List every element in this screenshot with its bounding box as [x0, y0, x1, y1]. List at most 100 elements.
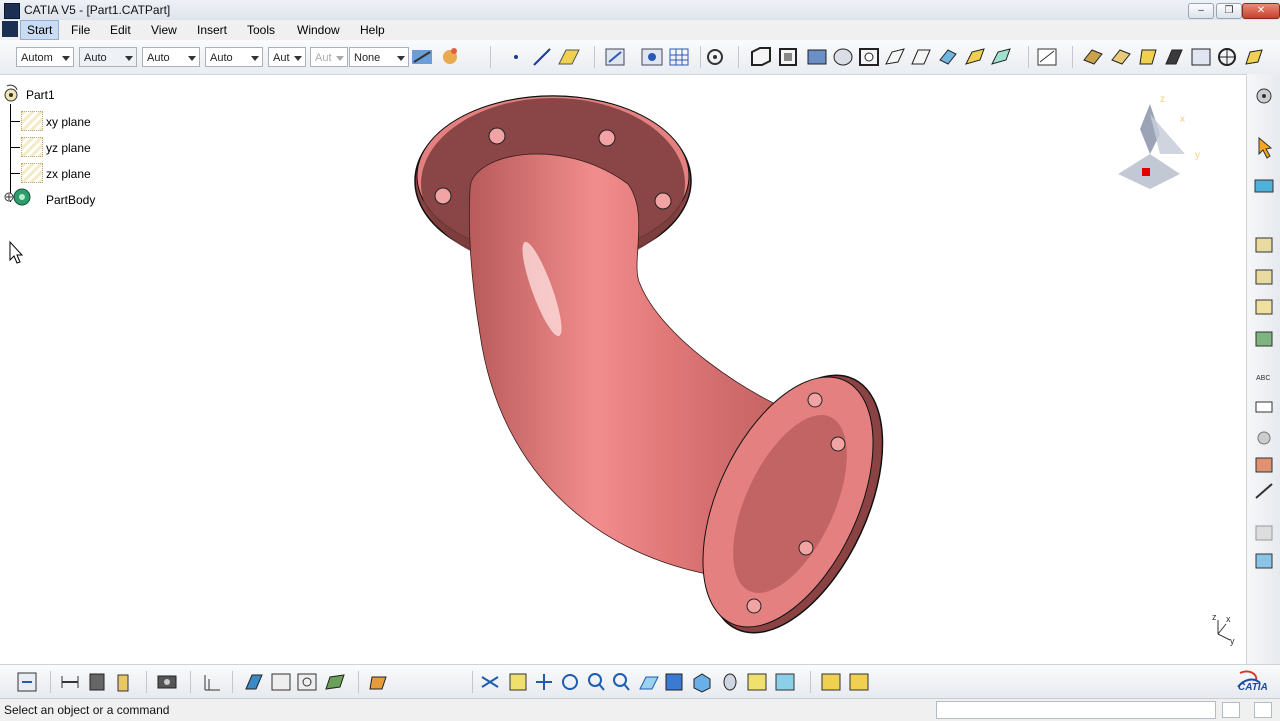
- normal-view-icon[interactable]: [639, 676, 659, 690]
- material-icon[interactable]: [117, 674, 129, 692]
- menu-insert[interactable]: Insert: [191, 20, 233, 40]
- apply-material-icon[interactable]: [1255, 457, 1273, 473]
- slot-icon[interactable]: [911, 49, 931, 65]
- surface-icon[interactable]: [325, 674, 345, 690]
- groove-icon[interactable]: [833, 48, 853, 66]
- compass-widget[interactable]: z x y: [1118, 94, 1200, 189]
- power-input-field[interactable]: [936, 701, 1216, 719]
- part-gear-icon[interactable]: [2, 84, 22, 104]
- menu-window[interactable]: Window: [291, 20, 346, 40]
- shading-icon[interactable]: [723, 673, 737, 691]
- zoom-out-icon[interactable]: [613, 673, 630, 691]
- measure-inertia-icon[interactable]: [89, 673, 105, 691]
- iso-view-icon[interactable]: [693, 673, 711, 693]
- catalog-browser-icon[interactable]: [821, 673, 841, 691]
- minimize-button[interactable]: –: [1188, 3, 1214, 19]
- point-icon[interactable]: [514, 55, 518, 59]
- sketcher-icon[interactable]: [1254, 179, 1274, 193]
- bolt-hole: [830, 436, 846, 452]
- line-icon[interactable]: [533, 48, 551, 66]
- tree-item-yz-plane[interactable]: yz plane: [46, 141, 91, 155]
- menu-tools[interactable]: Tools: [241, 20, 281, 40]
- update-icon[interactable]: [17, 672, 37, 692]
- rib-icon[interactable]: [885, 48, 905, 65]
- tree-item-partbody[interactable]: PartBody: [46, 193, 95, 207]
- menu-file[interactable]: File: [65, 20, 96, 40]
- tree-root-part1[interactable]: Part1: [26, 88, 55, 102]
- plane-icon: [21, 137, 43, 157]
- bolt-hole: [598, 129, 616, 147]
- thickness-icon[interactable]: [1191, 48, 1211, 66]
- removed-multi-section-icon[interactable]: [991, 48, 1011, 65]
- grid-icon[interactable]: [669, 48, 689, 66]
- chamfer-icon[interactable]: [1111, 49, 1131, 65]
- positioned-sketch-icon[interactable]: [641, 48, 663, 66]
- boolean-icon[interactable]: [1245, 49, 1263, 65]
- graphic-properties-icon[interactable]: [443, 48, 457, 64]
- annotation-icon[interactable]: [1037, 48, 1057, 66]
- tree-connector: [10, 147, 20, 148]
- pad-feature-icon[interactable]: [1255, 237, 1273, 253]
- hide-show-icon[interactable]: [747, 673, 767, 691]
- rotate-icon[interactable]: [562, 674, 578, 690]
- tree-item-xy-plane[interactable]: xy plane: [46, 115, 91, 129]
- text-annotation-icon[interactable]: ABC: [1256, 375, 1270, 382]
- menu-view[interactable]: View: [145, 20, 183, 40]
- tree-item-zx-plane[interactable]: zx plane: [46, 167, 91, 181]
- macros-icon[interactable]: [849, 673, 869, 691]
- thread-icon[interactable]: [1218, 48, 1236, 66]
- compass-z-label: z: [1160, 94, 1165, 105]
- gear-icon[interactable]: [1256, 88, 1272, 104]
- catia-app-icon[interactable]: [4, 3, 20, 19]
- draft-icon[interactable]: [1139, 49, 1157, 65]
- menu-start[interactable]: Start: [20, 20, 60, 40]
- pad-icon[interactable]: [751, 47, 771, 66]
- menu-help[interactable]: Help: [354, 20, 391, 40]
- pocket-icon[interactable]: [779, 48, 797, 66]
- flag-note-icon[interactable]: [1255, 401, 1273, 413]
- partbody-icon[interactable]: [3, 187, 33, 209]
- shaft-icon[interactable]: [807, 49, 827, 65]
- status-message: Select an object or a command: [4, 703, 170, 717]
- fillet-icon[interactable]: [1083, 49, 1103, 65]
- close-button[interactable]: ✕: [1242, 3, 1280, 19]
- title-bar: CATIA V5 - [Part1.CATPart] – ❐ ✕: [0, 0, 1280, 21]
- restore-button[interactable]: ❐: [1216, 3, 1242, 19]
- fit-all-icon[interactable]: [509, 673, 527, 691]
- hole-icon[interactable]: [859, 48, 879, 66]
- measure-icon[interactable]: [1257, 431, 1271, 445]
- analysis-icon[interactable]: [1255, 525, 1273, 541]
- catalog-icon[interactable]: [1255, 553, 1273, 569]
- painter-icon[interactable]: [412, 50, 432, 64]
- menu-edit[interactable]: Edit: [104, 20, 137, 40]
- knowledge-icon[interactable]: [369, 676, 387, 690]
- camera-icon[interactable]: [157, 675, 177, 689]
- points-network-icon[interactable]: [297, 673, 317, 691]
- axis-triad: z x y: [1212, 612, 1235, 646]
- pan-icon[interactable]: [536, 674, 552, 690]
- chamfer-feature-icon[interactable]: [1255, 299, 1273, 315]
- fly-mode-icon[interactable]: [481, 676, 499, 688]
- select-arrow-icon[interactable]: [1258, 136, 1273, 159]
- stop-command-icon[interactable]: [1254, 702, 1272, 718]
- plane-icon[interactable]: [558, 49, 580, 65]
- sketch-analysis-icon[interactable]: [271, 673, 291, 691]
- axis-system-icon[interactable]: [204, 675, 220, 691]
- mirror-icon[interactable]: [1255, 331, 1273, 347]
- edge-fillet-icon[interactable]: [1255, 269, 1273, 285]
- command-history-icon[interactable]: [1222, 702, 1240, 718]
- multi-section-solid-icon[interactable]: [965, 48, 985, 65]
- measure-item-icon[interactable]: [1255, 483, 1273, 499]
- stiffener-icon[interactable]: [939, 49, 957, 65]
- sketch-icon[interactable]: [605, 48, 625, 66]
- document-icon[interactable]: [2, 21, 18, 37]
- multi-view-icon[interactable]: [665, 673, 683, 691]
- measure-between-icon[interactable]: [61, 676, 79, 688]
- constraint-icon[interactable]: [707, 49, 723, 65]
- zoom-in-icon[interactable]: [588, 673, 605, 691]
- shell-icon[interactable]: [1165, 49, 1183, 65]
- sketch-tools-icon[interactable]: [245, 674, 263, 690]
- swap-visible-space-icon[interactable]: [775, 673, 795, 691]
- window-title: CATIA V5 - [Part1.CATPart]: [24, 3, 171, 17]
- top-toolbar: Autom Auto Auto Auto Aut Aut None: [0, 40, 1280, 75]
